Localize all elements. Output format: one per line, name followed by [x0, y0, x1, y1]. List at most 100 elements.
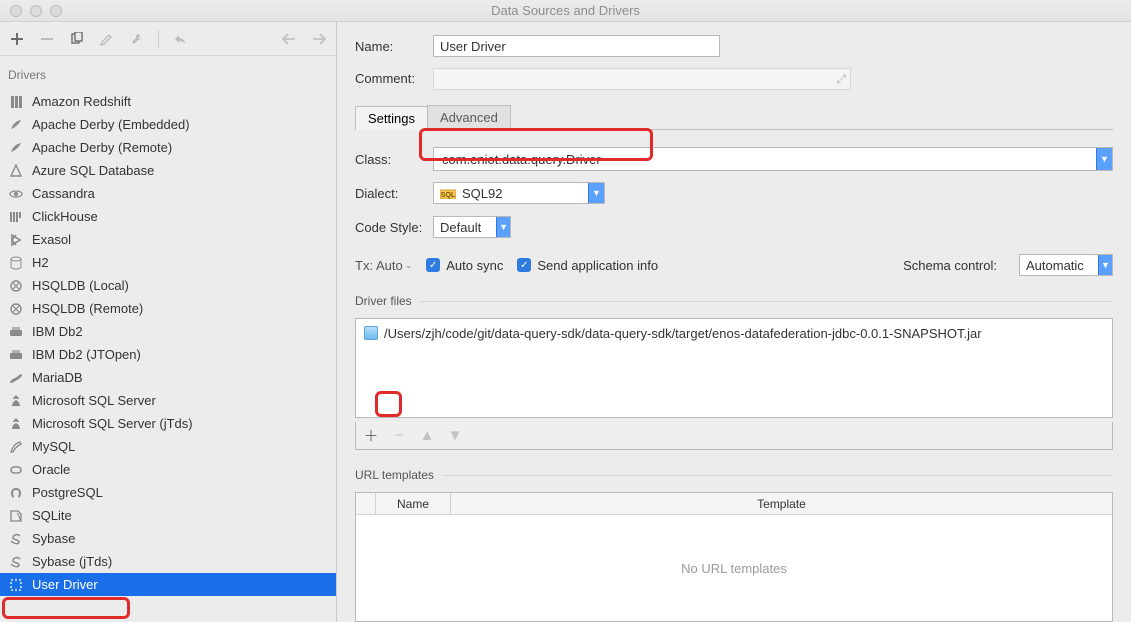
sidebar-item-driver[interactable]: Exasol [0, 228, 336, 251]
driver-files-section: Driver files [355, 294, 1113, 308]
driver-item-label: H2 [32, 255, 49, 270]
driver-item-label: Apache Derby (Embedded) [32, 117, 190, 132]
dialect-label: Dialect: [355, 186, 433, 201]
db2-icon [8, 324, 24, 340]
h2-icon [8, 255, 24, 271]
main-panel: Name: Comment: ⤢ Settings Advanced Class… [337, 22, 1131, 622]
tabs: Settings Advanced [355, 105, 1113, 130]
class-select[interactable]: com.eniot.data.query.Driver ▼ [433, 147, 1113, 171]
driver-item-label: ClickHouse [32, 209, 98, 224]
sidebar-item-driver[interactable]: Sybase [0, 527, 336, 550]
sidebar-item-driver[interactable]: H2 [0, 251, 336, 274]
sidebar-item-driver[interactable]: Amazon Redshift [0, 90, 336, 113]
sidebar-item-driver[interactable]: ClickHouse [0, 205, 336, 228]
sidebar-item-driver[interactable]: MySQL [0, 435, 336, 458]
table-header-template: Template [451, 493, 1112, 514]
driver-list[interactable]: Amazon Redshift Apache Derby (Embedded) Ap… [0, 90, 336, 622]
dialect-select[interactable]: SQL SQL92 ▼ [433, 182, 605, 204]
tab-settings[interactable]: Settings [355, 106, 428, 130]
sybase-icon [8, 554, 24, 570]
sidebar-item-driver[interactable]: Oracle [0, 458, 336, 481]
sidebar-item-driver[interactable]: Apache Derby (Embedded) [0, 113, 336, 136]
chevron-down-icon[interactable]: ▼ [1098, 255, 1112, 275]
nav-forward-icon [310, 30, 328, 48]
edit-icon [98, 30, 116, 48]
schema-control-select[interactable]: Automatic ▼ [1019, 254, 1113, 276]
tab-advanced[interactable]: Advanced [427, 105, 511, 129]
sidebar-item-driver[interactable]: HSQLDB (Local) [0, 274, 336, 297]
sidebar-item-driver[interactable]: Microsoft SQL Server [0, 389, 336, 412]
driver-item-label: Cassandra [32, 186, 95, 201]
driver-file-path: /Users/zjh/code/git/data-query-sdk/data-… [384, 326, 982, 341]
table-header-handle [356, 493, 376, 514]
sidebar-item-driver[interactable]: Sybase (jTds) [0, 550, 336, 573]
wrench-icon [128, 30, 146, 48]
sidebar-item-driver[interactable]: HSQLDB (Remote) [0, 297, 336, 320]
driver-item-label: Exasol [32, 232, 71, 247]
driver-item-label: Sybase [32, 531, 75, 546]
copy-icon[interactable] [68, 30, 86, 48]
window-title: Data Sources and Drivers [0, 3, 1131, 18]
hsqldb-icon [8, 278, 24, 294]
checkmark-icon: ✓ [426, 258, 440, 272]
auto-sync-checkbox[interactable]: ✓ Auto sync [426, 258, 503, 273]
class-label: Class: [355, 152, 433, 167]
separator [158, 30, 159, 48]
name-input[interactable] [433, 35, 720, 57]
sidebar-item-driver[interactable]: MariaDB [0, 366, 336, 389]
mysql-icon [8, 439, 24, 455]
dialect-value: SQL92 [462, 186, 502, 201]
codestyle-label: Code Style: [355, 220, 433, 235]
driver-files-toolbar: ＋ − ▲ ▼ [355, 422, 1113, 450]
postgres-icon [8, 485, 24, 501]
sidebar-item-driver[interactable]: Cassandra [0, 182, 336, 205]
comment-input[interactable]: ⤢ [433, 68, 851, 90]
sidebar-item-driver[interactable]: Microsoft SQL Server (jTds) [0, 412, 336, 435]
drivers-section-header: Drivers [0, 56, 336, 90]
mssql-icon [8, 416, 24, 432]
comment-label: Comment: [355, 71, 433, 86]
exasol-icon [8, 232, 24, 248]
expand-icon[interactable]: ⤢ [836, 72, 846, 87]
checkmark-icon: ✓ [517, 258, 531, 272]
driver-item-label: IBM Db2 [32, 324, 83, 339]
driver-item-label: User Driver [32, 577, 98, 592]
oracle-icon [8, 462, 24, 478]
sidebar-item-driver[interactable]: SQLite [0, 504, 336, 527]
driver-item-label: SQLite [32, 508, 72, 523]
remove-file-button: − [390, 427, 408, 445]
send-app-info-checkbox[interactable]: ✓ Send application info [517, 258, 658, 273]
sidebar-item-driver[interactable]: Apache Derby (Remote) [0, 136, 336, 159]
sidebar-item-driver[interactable]: IBM Db2 (JTOpen) [0, 343, 336, 366]
move-up-button: ▲ [418, 427, 436, 445]
driver-item-label: Azure SQL Database [32, 163, 154, 178]
table-header: Name Template [356, 493, 1112, 515]
sidebar-item-driver[interactable]: Azure SQL Database [0, 159, 336, 182]
chevron-down-icon[interactable]: ▼ [1096, 148, 1112, 170]
codestyle-select[interactable]: Default ▼ [433, 216, 511, 238]
sidebar-item-driver[interactable]: User Driver [0, 573, 336, 596]
chevron-down-icon[interactable]: ▼ [496, 217, 510, 237]
sqlite-icon [8, 508, 24, 524]
sidebar-item-driver[interactable]: IBM Db2 [0, 320, 336, 343]
derby-icon [8, 117, 24, 133]
move-down-button: ▼ [446, 427, 464, 445]
azure-icon [8, 163, 24, 179]
driver-item-label: Microsoft SQL Server (jTds) [32, 416, 193, 431]
sidebar: Drivers Amazon Redshift Apache Derby (Emb… [0, 22, 337, 622]
driver-item-label: MariaDB [32, 370, 83, 385]
driver-item-label: Microsoft SQL Server [32, 393, 156, 408]
driver-item-label: Amazon Redshift [32, 94, 131, 109]
driver-file-item[interactable]: /Users/zjh/code/git/data-query-sdk/data-… [360, 323, 1108, 343]
add-file-button[interactable]: ＋ [362, 427, 380, 445]
sidebar-toolbar [0, 22, 336, 56]
add-icon[interactable] [8, 30, 26, 48]
driver-files-list[interactable]: /Users/zjh/code/git/data-query-sdk/data-… [355, 318, 1113, 418]
chevron-down-icon[interactable]: ▼ [588, 183, 604, 203]
sidebar-item-driver[interactable]: PostgreSQL [0, 481, 336, 504]
driver-item-label: HSQLDB (Local) [32, 278, 129, 293]
url-templates-table[interactable]: Name Template No URL templates [355, 492, 1113, 622]
url-templates-section: URL templates [355, 468, 1113, 482]
tx-mode-button[interactable]: Tx: Auto ⌄ [355, 258, 412, 273]
driver-item-label: Apache Derby (Remote) [32, 140, 172, 155]
